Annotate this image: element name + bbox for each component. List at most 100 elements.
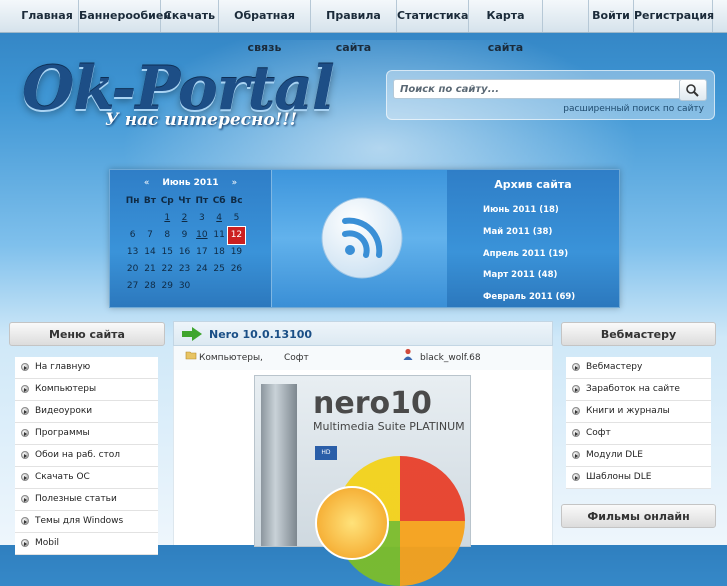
bullet-icon bbox=[21, 451, 29, 459]
calendar-weekday: Ср bbox=[160, 196, 174, 206]
arrow-right-icon bbox=[182, 327, 202, 341]
calendar-day: 28 bbox=[144, 281, 156, 291]
calendar-day: 23 bbox=[178, 264, 191, 274]
bullet-icon bbox=[572, 451, 580, 459]
search-input[interactable] bbox=[393, 79, 685, 99]
calendar-week-row: 6 7 8 9 10 11 12 bbox=[124, 226, 247, 245]
calendar-day bbox=[124, 210, 141, 227]
nav-statistics[interactable]: Статистика bbox=[397, 0, 469, 32]
calendar-day: 22 bbox=[161, 264, 173, 274]
calendar-day: 20 bbox=[126, 264, 139, 274]
advanced-search-link[interactable]: расширенный поиск по сайту bbox=[563, 104, 704, 114]
bullet-icon bbox=[572, 385, 580, 393]
bullet-icon bbox=[21, 429, 29, 437]
calendar-day[interactable]: 1 bbox=[159, 210, 176, 227]
calendar-prev[interactable]: « bbox=[144, 178, 150, 188]
movies-block-title: Фильмы онлайн bbox=[561, 504, 716, 528]
rss-icon[interactable] bbox=[320, 196, 404, 280]
product-logo: nero10 bbox=[313, 386, 432, 421]
calendar-day[interactable]: 2 bbox=[176, 210, 193, 227]
menu-item-windows-themes[interactable]: Темы для Windows bbox=[15, 511, 158, 533]
calendar-month: Июнь 2011 bbox=[162, 178, 219, 188]
calendar-day: 6 bbox=[129, 230, 136, 240]
archive-title: Архив сайта bbox=[494, 178, 572, 191]
article-category[interactable]: Компьютеры, bbox=[199, 353, 263, 363]
calendar-header: « Июнь 2011 » bbox=[110, 178, 271, 188]
bullet-icon bbox=[21, 539, 29, 547]
calendar-day[interactable]: 4 bbox=[210, 210, 227, 227]
nav-sitemap[interactable]: Карта сайта bbox=[469, 0, 543, 54]
menu-item-video-lessons[interactable]: Видеоуроки bbox=[15, 401, 158, 423]
menu-item-soft[interactable]: Софт bbox=[566, 423, 711, 445]
calendar-day: 27 bbox=[126, 281, 139, 291]
nav-banner-exchange[interactable]: Баннерообиен bbox=[79, 0, 171, 32]
bullet-icon bbox=[21, 407, 29, 415]
calendar-weekday: Пн bbox=[125, 196, 140, 206]
menu-item-computers[interactable]: Компьютеры bbox=[15, 379, 158, 401]
bullet-icon bbox=[572, 363, 580, 371]
bullet-icon bbox=[572, 407, 580, 415]
calendar-day: 26 bbox=[230, 264, 243, 274]
product-line: Multimedia Suite PLATINUM bbox=[313, 420, 465, 433]
menu-item-download-os[interactable]: Скачать ОС bbox=[15, 467, 158, 489]
calendar-weekday-row: Пн Вт Ср Чт Пт Сб Вс bbox=[124, 193, 245, 210]
article-category[interactable]: Софт bbox=[284, 353, 309, 363]
menu-item-home[interactable]: На главную bbox=[15, 357, 158, 379]
register-button[interactable]: Регистрация bbox=[634, 0, 714, 32]
calendar-weekday: Вт bbox=[143, 196, 156, 206]
folder-icon bbox=[185, 351, 197, 360]
menu-item-programs[interactable]: Программы bbox=[15, 423, 158, 445]
archive-item[interactable]: Февраль 2011 (69) bbox=[483, 292, 575, 302]
menu-item-dle-modules[interactable]: Модули DLE bbox=[566, 445, 711, 467]
calendar-weekday: Чт bbox=[178, 196, 191, 206]
search-button[interactable] bbox=[679, 79, 707, 101]
calendar-day: 30 bbox=[178, 281, 191, 291]
calendar-weekday: Вс bbox=[230, 196, 243, 206]
calendar-day[interactable]: 10 bbox=[193, 227, 210, 244]
nav-feedback[interactable]: Обратная связь bbox=[219, 0, 311, 54]
archive-item[interactable]: Май 2011 (38) bbox=[483, 227, 552, 237]
calendar-day: 17 bbox=[196, 247, 208, 257]
archive-item[interactable]: Март 2011 (48) bbox=[483, 270, 557, 280]
article-body: nero10 Multimedia Suite PLATINUM HD bbox=[173, 370, 553, 586]
bullet-icon bbox=[21, 517, 29, 525]
calendar-day: 18 bbox=[213, 247, 225, 257]
article-header: Nero 10.0.13100 bbox=[173, 321, 553, 346]
menu-item-books[interactable]: Книги и журналы bbox=[566, 401, 711, 423]
search-box: расширенный поиск по сайту bbox=[386, 70, 715, 120]
bullet-icon bbox=[21, 385, 29, 393]
article-title[interactable]: Nero 10.0.13100 bbox=[209, 328, 312, 341]
article-author[interactable]: black_wolf.68 bbox=[420, 353, 481, 363]
rss-panel bbox=[271, 170, 449, 307]
bullet-icon bbox=[21, 363, 29, 371]
menu-item-webmaster[interactable]: Вебмастеру bbox=[566, 357, 711, 379]
bullet-icon bbox=[21, 473, 29, 481]
right-menu-title: Вебмастеру bbox=[561, 322, 716, 346]
calendar-day: 3 bbox=[198, 213, 205, 223]
menu-item-wallpapers[interactable]: Обои на раб. стол bbox=[15, 445, 158, 467]
calendar-day: 9 bbox=[181, 230, 188, 240]
menu-item-dle-templates[interactable]: Шаблоны DLE bbox=[566, 467, 711, 489]
article-meta: Компьютеры, Софт black_wolf.68 bbox=[173, 346, 553, 370]
calendar-day bbox=[228, 278, 245, 295]
site-slogan: У нас интересно!!! bbox=[105, 110, 298, 130]
calendar-day: 11 bbox=[213, 230, 225, 240]
calendar-weekday: Пт bbox=[195, 196, 209, 206]
nav-home[interactable]: Главная bbox=[16, 0, 79, 32]
archive-item[interactable]: Апрель 2011 (19) bbox=[483, 249, 568, 259]
calendar-grid: Пн Вт Ср Чт Пт Сб Вс 1 2 3 4 5 6 7 8 9 10 11 12 13 14 15 16 17 1… bbox=[124, 193, 247, 295]
bullet-icon bbox=[21, 495, 29, 503]
calendar-next[interactable]: » bbox=[232, 178, 238, 188]
archive-item[interactable]: Июнь 2011 (18) bbox=[483, 205, 559, 215]
nav-download[interactable]: Скачать bbox=[161, 0, 219, 32]
login-button[interactable]: Войти bbox=[588, 0, 634, 32]
calendar-day: 5 bbox=[233, 213, 240, 223]
calendar-day: 21 bbox=[144, 264, 156, 274]
menu-item-mobil[interactable]: Mobil bbox=[15, 533, 158, 555]
calendar-day: 25 bbox=[213, 264, 225, 274]
calendar-day: 29 bbox=[161, 281, 173, 291]
nav-rules[interactable]: Правила сайта bbox=[311, 0, 397, 54]
menu-item-earnings[interactable]: Заработок на сайте bbox=[566, 379, 711, 401]
menu-item-articles[interactable]: Полезные статьи bbox=[15, 489, 158, 511]
product-disc-art bbox=[315, 486, 389, 560]
